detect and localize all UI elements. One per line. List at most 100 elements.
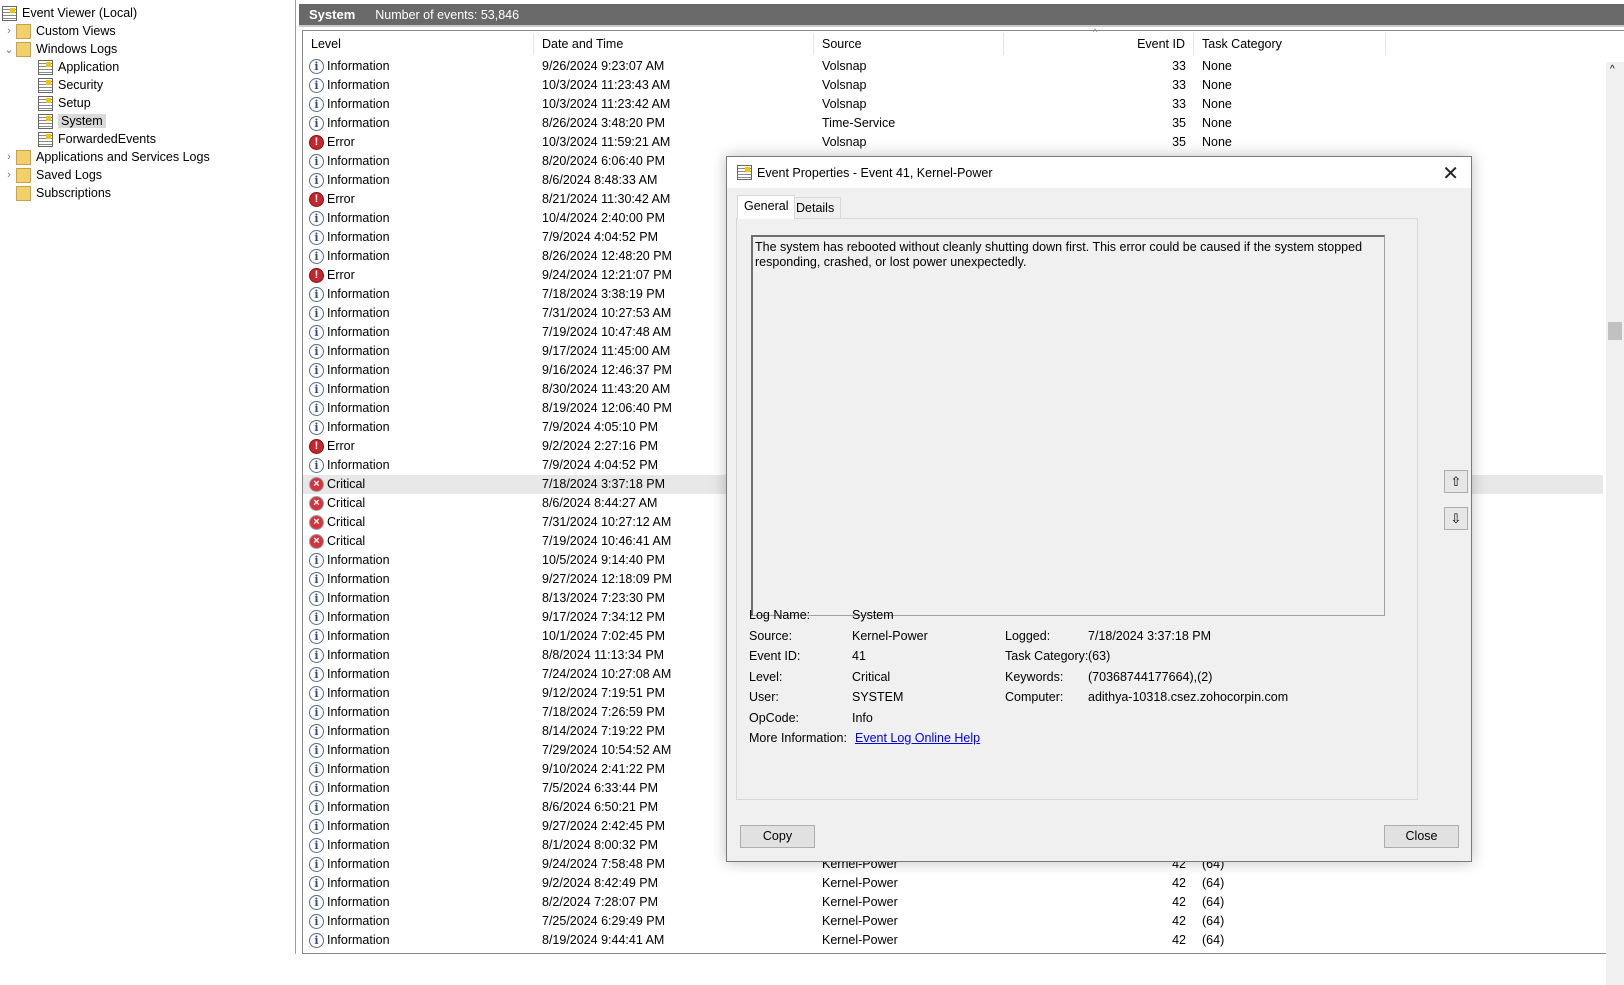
tree-item-applications-and-services-logs[interactable]: › Applications and Services Logs: [2, 148, 210, 166]
col-level[interactable]: Level: [303, 33, 534, 55]
information-icon: i: [309, 648, 324, 663]
tree-item-label: Saved Logs: [36, 168, 103, 182]
chevron-right-icon[interactable]: ›: [2, 169, 16, 181]
information-icon: i: [309, 781, 324, 796]
cell-level: Information: [327, 629, 390, 643]
tree-item-security[interactable]: Security: [20, 76, 103, 94]
cell-task-category: None: [1202, 78, 1232, 92]
tree-item-application[interactable]: Application: [20, 58, 119, 76]
cell-level: Critical: [327, 515, 366, 529]
folder-icon: [16, 41, 31, 57]
cell-date: 7/18/2024 3:37:18 PM: [542, 477, 666, 491]
cell-level: Information: [327, 401, 390, 415]
col-task-category[interactable]: Task Category: [1194, 33, 1386, 55]
information-icon: i: [309, 230, 324, 245]
cell-date: 10/5/2024 9:14:40 PM: [542, 553, 666, 567]
tree-item-setup[interactable]: Setup: [20, 94, 91, 112]
tree-item-forwardedevents[interactable]: ForwardedEvents: [20, 130, 156, 148]
close-icon[interactable]: ✕: [1442, 161, 1459, 186]
computer-value: adithya-10318.csez.zohocorpin.com: [1088, 690, 1289, 704]
tree-pane: Event Viewer (Local) › Custom Views ⌄ Windo…: [0, 0, 296, 954]
table-row[interactable]: i Information 10/3/2024 11:23:42 AM Volsnap…: [303, 95, 1603, 114]
col-event-id[interactable]: Event ID: [1004, 33, 1194, 55]
cell-source: Kernel-Power: [822, 876, 898, 890]
cell-level: Information: [327, 667, 390, 681]
col-source[interactable]: Source: [814, 33, 1004, 55]
tree-item-saved-logs[interactable]: › Saved Logs: [2, 166, 102, 184]
cell-date: 8/21/2024 11:30:42 AM: [542, 192, 671, 206]
cell-date: 8/26/2024 12:48:20 PM: [542, 249, 672, 263]
information-icon: i: [309, 838, 324, 853]
tree-item-windows-logs[interactable]: ⌄ Windows Logs: [2, 40, 117, 58]
tab-details[interactable]: Details: [789, 197, 842, 219]
cell-level: Information: [327, 876, 390, 890]
scroll-thumb[interactable]: [1608, 322, 1622, 340]
cell-date: 9/17/2024 11:45:00 AM: [542, 344, 671, 358]
chevron-down-icon[interactable]: ⌄: [2, 43, 16, 56]
cell-level: Information: [327, 287, 390, 301]
information-icon: i: [309, 211, 324, 226]
tree-item-subscriptions[interactable]: Subscriptions: [2, 184, 111, 202]
information-icon: i: [309, 249, 324, 264]
cell-date: 8/30/2024 11:43:20 AM: [542, 382, 671, 396]
col-date[interactable]: Date and Time: [534, 33, 814, 55]
event-description[interactable]: The system has rebooted without cleanly …: [751, 235, 1385, 616]
log-icon: [38, 77, 53, 93]
copy-button[interactable]: Copy: [740, 825, 815, 848]
cell-task-category: (64): [1202, 876, 1225, 890]
cell-level: Information: [327, 154, 390, 168]
table-row[interactable]: ! Error 10/3/2024 11:59:21 AM Volsnap 35 None: [303, 133, 1603, 152]
cell-level: Information: [327, 458, 390, 472]
cell-date: 7/5/2024 6:33:44 PM: [542, 781, 659, 795]
level-label: Level:: [749, 669, 783, 684]
information-icon: i: [309, 914, 324, 929]
information-icon: i: [309, 610, 324, 625]
cell-task-category: None: [1202, 97, 1232, 111]
tree-item-custom-views[interactable]: › Custom Views: [2, 22, 116, 40]
scroll-up-icon[interactable]: ^: [1610, 64, 1615, 75]
event-log-online-help-link[interactable]: Event Log Online Help: [855, 731, 980, 745]
information-icon: i: [309, 686, 324, 701]
cell-task-category: None: [1202, 59, 1232, 73]
vertical-scrollbar[interactable]: ^: [1606, 62, 1624, 985]
cell-date: 8/1/2024 8:00:32 PM: [542, 838, 659, 852]
cell-event-id: 42: [1172, 876, 1186, 890]
cell-level: Error: [327, 192, 355, 206]
table-row[interactable]: i Information 8/26/2024 3:48:20 PM Time-Ser…: [303, 114, 1603, 133]
cell-date: 7/18/2024 3:38:19 PM: [542, 287, 666, 301]
general-panel: The system has rebooted without cleanly …: [736, 218, 1468, 800]
tree-root[interactable]: Event Viewer (Local): [2, 4, 137, 22]
table-row[interactable]: i Information 9/2/2024 8:42:49 PM Kernel-Po…: [303, 874, 1603, 893]
chevron-right-icon[interactable]: ›: [2, 151, 16, 163]
error-icon: !: [309, 192, 324, 207]
cell-level: Information: [327, 686, 390, 700]
user-label: User:: [749, 690, 779, 704]
cell-level: Information: [327, 705, 390, 719]
close-button[interactable]: Close: [1384, 825, 1459, 848]
previous-event-button[interactable]: ⇧: [1444, 470, 1468, 493]
cell-level: Information: [327, 648, 390, 662]
table-row[interactable]: i Information 8/2/2024 7:28:07 PM Kernel-Po…: [303, 893, 1603, 912]
cell-event-id: 42: [1172, 933, 1186, 947]
information-icon: i: [309, 876, 324, 891]
error-icon: !: [309, 268, 324, 283]
level-value: Critical: [852, 669, 891, 684]
cell-task-category: (64): [1202, 895, 1225, 909]
tab-general[interactable]: General: [737, 195, 796, 219]
cell-date: 7/19/2024 10:47:48 AM: [542, 325, 672, 339]
cell-source: Volsnap: [822, 59, 867, 73]
information-icon: i: [309, 306, 324, 321]
next-event-button[interactable]: ⇩: [1444, 507, 1468, 530]
cell-source: Kernel-Power: [822, 933, 898, 947]
information-icon: i: [309, 116, 324, 131]
chevron-right-icon[interactable]: ›: [2, 25, 16, 37]
table-row[interactable]: i Information 10/3/2024 11:23:43 AM Volsnap…: [303, 76, 1603, 95]
table-row[interactable]: i Information 7/25/2024 6:29:49 PM Kernel-P…: [303, 912, 1603, 931]
table-row[interactable]: i Information 9/26/2024 9:23:07 AM Volsnap 3…: [303, 57, 1603, 76]
folder-filter-icon: [16, 23, 31, 39]
cell-level: Information: [327, 610, 390, 624]
cell-date: 8/8/2024 11:13:34 PM: [542, 648, 665, 662]
table-row[interactable]: i Information 8/19/2024 9:44:41 AM Kernel-P…: [303, 931, 1603, 950]
tree-item-system[interactable]: System: [20, 112, 106, 130]
cell-date: 9/16/2024 12:46:37 PM: [542, 363, 672, 377]
